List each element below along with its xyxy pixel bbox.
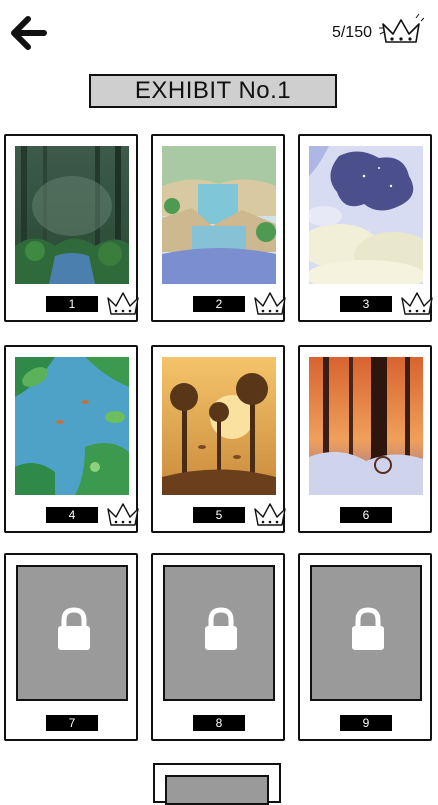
artwork-misty-jungle xyxy=(15,146,129,284)
crown-icon xyxy=(401,292,433,315)
gallery-card-2[interactable]: 2 xyxy=(151,134,286,322)
crown-icon xyxy=(107,292,139,315)
card-number: 2 xyxy=(193,296,245,312)
card-number: 7 xyxy=(46,715,98,731)
artwork-sunset-woods xyxy=(309,357,423,495)
gallery-card-1[interactable]: 1 xyxy=(4,134,139,322)
arrow-left-icon xyxy=(11,16,47,50)
locked-artwork xyxy=(310,565,422,701)
artwork-waterfall xyxy=(162,146,276,284)
card-number: 1 xyxy=(46,296,98,312)
card-number: 4 xyxy=(46,507,98,523)
card-number: 5 xyxy=(193,507,245,523)
card-number: 3 xyxy=(340,296,392,312)
gallery-card-6[interactable]: 6 xyxy=(298,345,432,533)
artwork-golden-forest xyxy=(162,357,276,495)
crown-icon xyxy=(254,292,286,315)
crown-icon xyxy=(379,13,424,43)
crown-icon xyxy=(107,503,139,526)
locked-artwork xyxy=(16,565,128,701)
locked-artwork xyxy=(165,775,269,805)
lock-icon xyxy=(352,607,384,650)
next-exhibit-card[interactable] xyxy=(153,763,281,805)
card-number: 8 xyxy=(193,715,245,731)
lock-icon xyxy=(205,607,237,650)
locked-artwork xyxy=(163,565,275,701)
gallery-card-5[interactable]: 5 xyxy=(151,345,286,533)
gallery-card-3[interactable]: 3 xyxy=(298,134,433,322)
lock-icon xyxy=(58,607,90,650)
gallery-card-8[interactable]: 8 xyxy=(151,553,285,741)
gallery-card-7[interactable]: 7 xyxy=(4,553,138,741)
gallery-card-4[interactable]: 4 xyxy=(4,345,139,533)
exhibit-title: EXHIBIT No.1 xyxy=(89,74,337,108)
top-bar: 5/150 xyxy=(0,0,438,70)
card-number: 6 xyxy=(340,507,392,523)
progress-counter: 5/150 xyxy=(331,24,372,41)
crown-icon xyxy=(254,503,286,526)
back-button[interactable] xyxy=(8,14,48,52)
artwork-leafy-river xyxy=(15,357,129,495)
gallery-card-9[interactable]: 9 xyxy=(298,553,432,741)
card-number: 9 xyxy=(340,715,392,731)
artwork-starry-clouds xyxy=(309,146,423,284)
